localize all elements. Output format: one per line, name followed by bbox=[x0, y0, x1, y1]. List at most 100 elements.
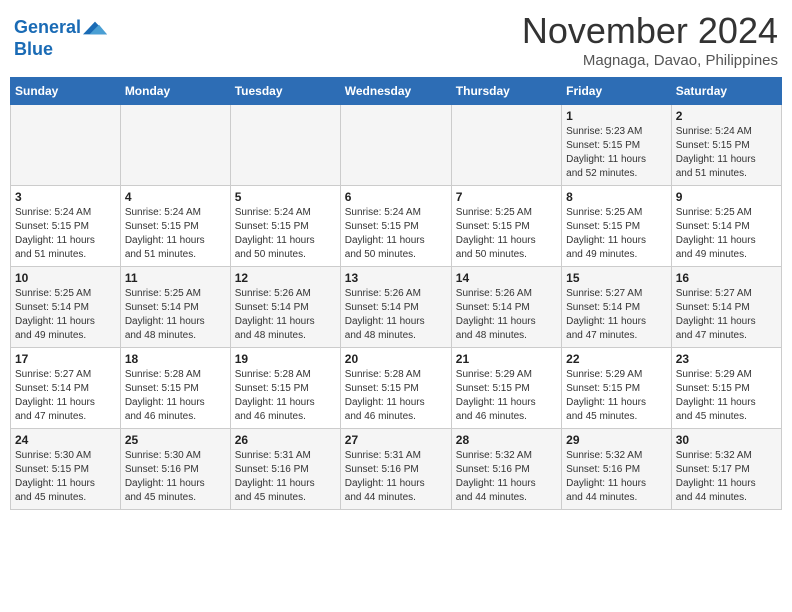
sunset-info: Sunset: 5:15 PM bbox=[125, 383, 199, 394]
page-header: General Blue November 2024 Magnaga, Dava… bbox=[10, 10, 782, 69]
calendar-cell: 27Sunrise: 5:31 AMSunset: 5:16 PMDayligh… bbox=[340, 429, 451, 510]
day-info: Sunrise: 5:24 AMSunset: 5:15 PMDaylight:… bbox=[125, 206, 226, 262]
day-info: Sunrise: 5:24 AMSunset: 5:15 PMDaylight:… bbox=[15, 206, 116, 262]
sunset-info: Sunset: 5:16 PM bbox=[125, 464, 199, 475]
title-section: November 2024 Magnaga, Davao, Philippine… bbox=[522, 10, 778, 69]
day-number: 12 bbox=[235, 271, 336, 285]
calendar-cell bbox=[340, 105, 451, 186]
day-info: Sunrise: 5:31 AM Sunset: 5:16 PM Daylight:… bbox=[235, 449, 336, 505]
daylight-info: and 50 minutes. bbox=[345, 249, 416, 260]
daylight-info: and 47 minutes. bbox=[676, 330, 747, 341]
daylight-info: and 49 minutes. bbox=[15, 330, 86, 341]
day-number: 6 bbox=[345, 190, 447, 204]
sunrise-info: Sunrise: 5:30 AM bbox=[15, 450, 91, 461]
daylight-info: and 46 minutes. bbox=[456, 411, 527, 422]
sunset-info: Sunset: 5:16 PM bbox=[456, 464, 530, 475]
weekday-saturday: Saturday bbox=[671, 78, 781, 105]
daylight-info: and 51 minutes. bbox=[676, 168, 747, 179]
day-info: Sunrise: 5:28 AMSunset: 5:15 PMDaylight:… bbox=[235, 368, 336, 424]
sunrise-info: Sunrise: 5:28 AM bbox=[125, 369, 201, 380]
daylight-info: Daylight: 11 hours bbox=[456, 478, 536, 489]
daylight-info: and 45 minutes. bbox=[125, 492, 196, 503]
daylight-info: Daylight: 11 hours bbox=[566, 397, 646, 408]
weekday-sunday: Sunday bbox=[11, 78, 121, 105]
logo-blue-text: Blue bbox=[14, 40, 107, 60]
sunset-info: Sunset: 5:15 PM bbox=[566, 221, 640, 232]
sunset-info: Sunset: 5:16 PM bbox=[345, 464, 419, 475]
daylight-info: Daylight: 11 hours bbox=[676, 154, 756, 165]
calendar-cell: 9Sunrise: 5:25 AMSunset: 5:14 PMDaylight… bbox=[671, 186, 781, 267]
week-row-4: 17Sunrise: 5:27 AMSunset: 5:14 PMDayligh… bbox=[11, 348, 782, 429]
daylight-info: Daylight: 11 hours bbox=[15, 235, 95, 246]
daylight-info: Daylight: 11 hours bbox=[566, 235, 646, 246]
sunset-info: Sunset: 5:14 PM bbox=[566, 302, 640, 313]
daylight-info: Daylight: 11 hours bbox=[676, 235, 756, 246]
sunset-info: Sunset: 5:15 PM bbox=[345, 221, 419, 232]
calendar-cell: 21Sunrise: 5:29 AMSunset: 5:15 PMDayligh… bbox=[451, 348, 561, 429]
daylight-info: Daylight: 11 hours bbox=[235, 235, 315, 246]
day-number: 30 bbox=[676, 433, 777, 447]
day-number: 25 bbox=[125, 433, 226, 447]
location: Magnaga, Davao, Philippines bbox=[522, 52, 778, 69]
day-info: Sunrise: 5:32 AMSunset: 5:17 PMDaylight:… bbox=[676, 449, 777, 505]
sunrise-info: Sunrise: 5:25 AM bbox=[15, 288, 91, 299]
day-number: 24 bbox=[15, 433, 116, 447]
sunrise-info: Sunrise: 5:23 AM bbox=[566, 126, 642, 137]
daylight-info: and 44 minutes. bbox=[566, 492, 637, 503]
day-number: 2 bbox=[676, 109, 777, 123]
sunrise-info: Sunrise: 5:25 AM bbox=[676, 207, 752, 218]
daylight-info: and 44 minutes. bbox=[456, 492, 527, 503]
calendar-cell: 11Sunrise: 5:25 AMSunset: 5:14 PMDayligh… bbox=[120, 267, 230, 348]
calendar-cell: 17Sunrise: 5:27 AMSunset: 5:14 PMDayligh… bbox=[11, 348, 121, 429]
weekday-wednesday: Wednesday bbox=[340, 78, 451, 105]
daylight-info: and 47 minutes. bbox=[566, 330, 637, 341]
day-number: 22 bbox=[566, 352, 667, 366]
day-number: 23 bbox=[676, 352, 777, 366]
day-number: 10 bbox=[15, 271, 116, 285]
sunrise-info: Sunrise: 5:24 AM bbox=[15, 207, 91, 218]
day-info: Sunrise: 5:25 AMSunset: 5:14 PMDaylight:… bbox=[676, 206, 777, 262]
sunrise-info: Sunrise: 5:24 AM bbox=[345, 207, 421, 218]
logo-icon bbox=[83, 16, 107, 40]
daylight-info: and 51 minutes. bbox=[15, 249, 86, 260]
daylight-info: and 46 minutes. bbox=[125, 411, 196, 422]
sunset-info: Sunset: 5:15 PM bbox=[235, 383, 309, 394]
weekday-friday: Friday bbox=[562, 78, 672, 105]
day-number: 18 bbox=[125, 352, 226, 366]
daylight-info: and 48 minutes. bbox=[235, 330, 306, 341]
daylight-info: Daylight: 11 hours bbox=[125, 478, 205, 489]
day-info: Sunrise: 5:32 AMSunset: 5:16 PMDaylight:… bbox=[566, 449, 667, 505]
daylight-info: Daylight: 11 hours bbox=[345, 316, 425, 327]
calendar-cell: 1Sunrise: 5:23 AMSunset: 5:15 PMDaylight… bbox=[562, 105, 672, 186]
sunrise-info: Sunrise: 5:28 AM bbox=[345, 369, 421, 380]
sunrise-info: Sunrise: 5:29 AM bbox=[566, 369, 642, 380]
daylight-info: and 51 minutes. bbox=[125, 249, 196, 260]
sunrise-info: Sunrise: 5:24 AM bbox=[125, 207, 201, 218]
sunset-info: Sunset: 5:14 PM bbox=[15, 302, 89, 313]
daylight-info: Daylight: 11 hours bbox=[345, 478, 425, 489]
day-info: Sunrise: 5:25 AMSunset: 5:15 PMDaylight:… bbox=[566, 206, 667, 262]
day-number: 26 bbox=[235, 433, 336, 447]
sunset-info: Sunset: 5:15 PM bbox=[125, 221, 199, 232]
day-info: Sunrise: 5:28 AMSunset: 5:15 PMDaylight:… bbox=[345, 368, 447, 424]
daylight-info: Daylight: 11 hours bbox=[235, 478, 315, 489]
day-number: 8 bbox=[566, 190, 667, 204]
week-row-2: 3Sunrise: 5:24 AMSunset: 5:15 PMDaylight… bbox=[11, 186, 782, 267]
sunset-info: Sunset: 5:14 PM bbox=[125, 302, 199, 313]
sunset-info: Sunset: 5:14 PM bbox=[676, 302, 750, 313]
daylight-info: and 48 minutes. bbox=[125, 330, 196, 341]
calendar-cell: 7Sunrise: 5:25 AMSunset: 5:15 PMDaylight… bbox=[451, 186, 561, 267]
daylight-info: and 50 minutes. bbox=[235, 249, 306, 260]
weekday-tuesday: Tuesday bbox=[230, 78, 340, 105]
day-number: 4 bbox=[125, 190, 226, 204]
day-info: Sunrise: 5:26 AMSunset: 5:14 PMDaylight:… bbox=[235, 287, 336, 343]
daylight-info: and 46 minutes. bbox=[345, 411, 416, 422]
sunrise-info: Sunrise: 5:26 AM bbox=[456, 288, 532, 299]
sunrise-info: Sunrise: 5:31 AM bbox=[235, 450, 311, 461]
sunset-info: Sunset: 5:15 PM bbox=[566, 383, 640, 394]
week-row-5: 24Sunrise: 5:30 AMSunset: 5:15 PMDayligh… bbox=[11, 429, 782, 510]
daylight-info: and 48 minutes. bbox=[345, 330, 416, 341]
weekday-header-row: SundayMondayTuesdayWednesdayThursdayFrid… bbox=[11, 78, 782, 105]
daylight-info: Daylight: 11 hours bbox=[125, 316, 205, 327]
sunset-info: Sunset: 5:16 PM bbox=[235, 464, 309, 475]
